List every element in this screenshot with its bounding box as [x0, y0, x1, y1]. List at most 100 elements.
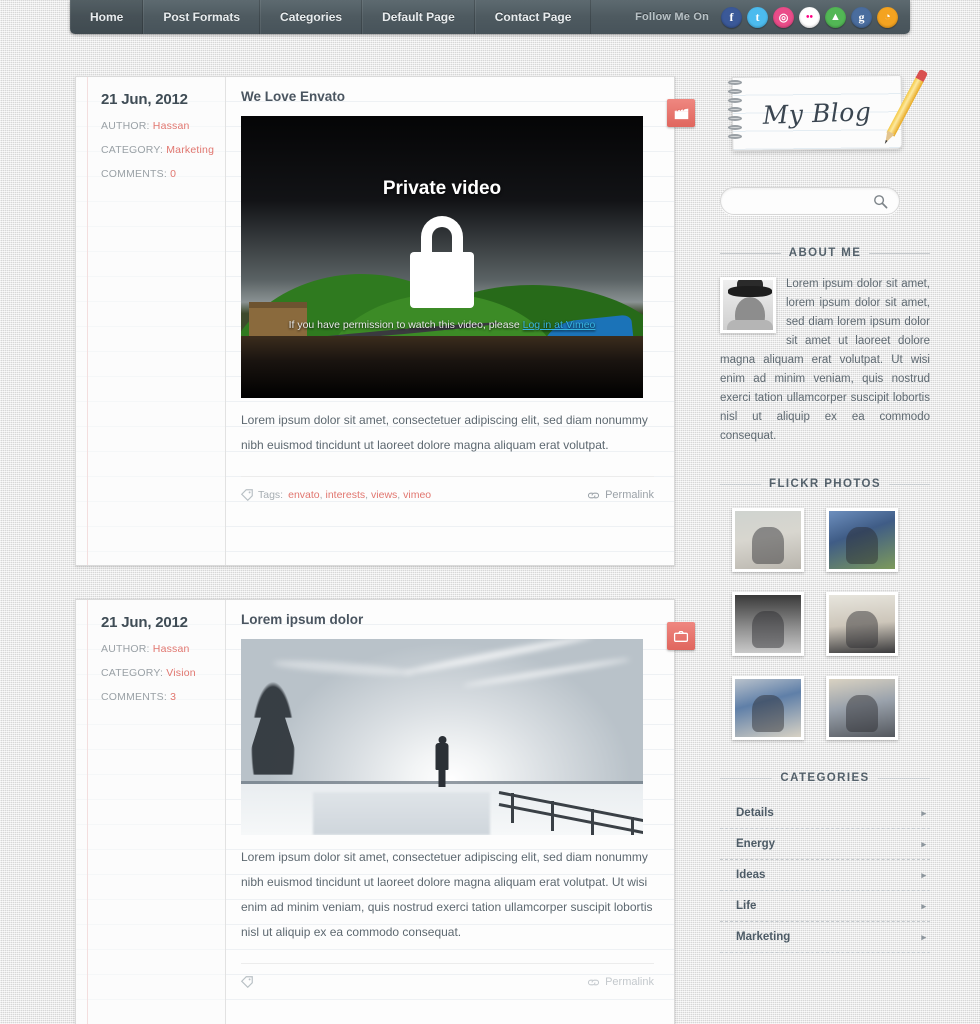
tags-label: Tags: [258, 489, 284, 501]
follow-me-label: Follow Me On [635, 11, 709, 23]
category-value[interactable]: Marketing [166, 144, 214, 156]
chevron-right-icon: ▸ [921, 807, 926, 818]
category-label: Details [736, 807, 774, 819]
post-item: 21 Jun, 2012 AUTHOR: Hassan CATEGORY: Vi… [75, 599, 695, 1024]
about-me-heading: ABOUT ME [720, 247, 930, 259]
comments-value[interactable]: 3 [170, 691, 176, 703]
tag-link[interactable]: views [371, 489, 397, 501]
link-icon [588, 979, 600, 985]
search-box[interactable] [720, 187, 907, 215]
divider-line [877, 777, 930, 779]
video-note-text: If you have permission to watch this vid… [288, 319, 523, 331]
site-logo[interactable]: My Blog [720, 68, 929, 165]
private-video-heading: Private video [382, 178, 502, 199]
camera-icon [673, 630, 689, 642]
category-label: CATEGORY: [101, 144, 164, 156]
post-format-badge-image[interactable] [667, 622, 695, 650]
googleplus-icon[interactable]: g [851, 6, 872, 28]
post-author-row: AUTHOR: Hassan [76, 631, 225, 655]
category-item-details[interactable]: Details ▸ [720, 798, 930, 829]
post-card: 21 Jun, 2012 AUTHOR: Hassan CATEGORY: Vi… [75, 599, 695, 1024]
flickr-icon[interactable]: •• [799, 6, 820, 28]
photo-subject [752, 611, 784, 649]
tag-link[interactable]: envato [288, 489, 320, 501]
divider-line [720, 483, 762, 485]
about-me-title: ABOUT ME [788, 247, 862, 259]
photo-subject [846, 611, 878, 649]
post-footer: Tags: envato, interests, views, vimeo Pe… [241, 476, 654, 513]
forrst-icon[interactable]: ▲ [825, 6, 846, 28]
permalink-label[interactable]: Permalink [605, 976, 654, 988]
post-card: 21 Jun, 2012 AUTHOR: Hassan CATEGORY: Ma… [75, 76, 695, 566]
nav-item-post-formats[interactable]: Post Formats [143, 0, 261, 34]
photo-subject [846, 695, 878, 733]
tags-group [241, 976, 253, 988]
post-date: 21 Jun, 2012 [101, 614, 188, 631]
permalink-group[interactable]: Permalink [587, 489, 654, 501]
flickr-photo[interactable] [826, 676, 898, 740]
flickr-photo[interactable] [732, 592, 804, 656]
category-item-ideas[interactable]: Ideas ▸ [720, 860, 930, 891]
category-label: Life [736, 900, 757, 912]
flickr-title: FLICKR PHOTOS [769, 478, 881, 490]
nav-item-default-page[interactable]: Default Page [362, 0, 475, 34]
flickr-photo-thumbnail [829, 595, 895, 653]
snow-trail [313, 791, 491, 835]
dribbble-icon[interactable]: ◎ [773, 6, 794, 28]
flickr-photo[interactable] [732, 508, 804, 572]
chevron-right-icon: ▸ [921, 869, 926, 880]
category-item-life[interactable]: Life ▸ [720, 891, 930, 922]
flickr-photo[interactable] [732, 676, 804, 740]
post-date: 21 Jun, 2012 [101, 91, 188, 108]
post-body: Lorem ipsum dolor Lorem ipsum dolor sit … [227, 600, 674, 1000]
comments-label: COMMENTS: [101, 691, 167, 703]
permalink-label[interactable]: Permalink [605, 489, 654, 501]
post-meta: 21 Jun, 2012 AUTHOR: Hassan CATEGORY: Vi… [76, 600, 226, 1024]
category-value[interactable]: Vision [166, 667, 196, 679]
category-item-marketing[interactable]: Marketing ▸ [720, 922, 930, 953]
rss-icon[interactable]: ◔ [877, 6, 898, 28]
categories-list: Details ▸ Energy ▸ Ideas ▸ Life ▸ Marketing ▸ [720, 798, 930, 953]
tag-link[interactable]: vimeo [403, 489, 431, 501]
post-format-badge-video[interactable] [667, 99, 695, 127]
flickr-photo[interactable] [826, 508, 898, 572]
flickr-photo-grid [732, 508, 930, 740]
facebook-icon[interactable]: f [721, 6, 742, 28]
twitter-icon[interactable]: t [747, 6, 768, 28]
social-icon-list: f t ◎ •• ▲ g ◔ [721, 6, 898, 28]
tags-group: Tags: envato, interests, views, vimeo [241, 489, 431, 501]
video-player-placeholder[interactable]: Private video If you have permission to … [241, 116, 643, 398]
site-title: My Blog [762, 96, 872, 130]
post-body: We Love Envato Private video If you have… [227, 77, 674, 513]
permalink-group[interactable]: Permalink [587, 976, 654, 988]
author-value[interactable]: Hassan [153, 120, 190, 132]
avatar [720, 277, 776, 333]
post-excerpt: Lorem ipsum dolor sit amet, consectetuer… [241, 850, 653, 939]
divider-line [869, 252, 930, 254]
photo-subject [846, 527, 878, 565]
post-meta: 21 Jun, 2012 AUTHOR: Hassan CATEGORY: Ma… [76, 77, 226, 565]
film-clapper-icon [674, 107, 688, 119]
post-excerpt: Lorem ipsum dolor sit amet, consectetuer… [241, 413, 648, 452]
post-title[interactable]: We Love Envato [241, 77, 654, 114]
comments-label: COMMENTS: [101, 168, 167, 180]
category-label: Marketing [736, 931, 791, 943]
tag-link[interactable]: interests [325, 489, 365, 501]
vimeo-login-link[interactable]: Log in at Vimeo [523, 319, 596, 331]
tag-icon [241, 976, 253, 988]
post-featured-image[interactable] [241, 639, 643, 835]
sidebar: My Blog ABOUT ME Lorem ipsum dolor sit a… [720, 34, 931, 953]
nav-item-home[interactable]: Home [70, 0, 144, 34]
flickr-photo-thumbnail [735, 679, 801, 737]
post-title[interactable]: Lorem ipsum dolor [241, 600, 654, 637]
social-links: Follow Me On f t ◎ •• ▲ g ◔ [635, 6, 910, 28]
author-value[interactable]: Hassan [153, 643, 190, 655]
flickr-photo[interactable] [826, 592, 898, 656]
category-item-energy[interactable]: Energy ▸ [720, 829, 930, 860]
comments-value[interactable]: 0 [170, 168, 176, 180]
search-icon[interactable] [873, 194, 888, 209]
nav-item-contact-page[interactable]: Contact Page [474, 0, 592, 34]
link-icon [588, 492, 600, 498]
category-label: CATEGORY: [101, 667, 164, 679]
nav-item-categories[interactable]: Categories [260, 0, 363, 34]
